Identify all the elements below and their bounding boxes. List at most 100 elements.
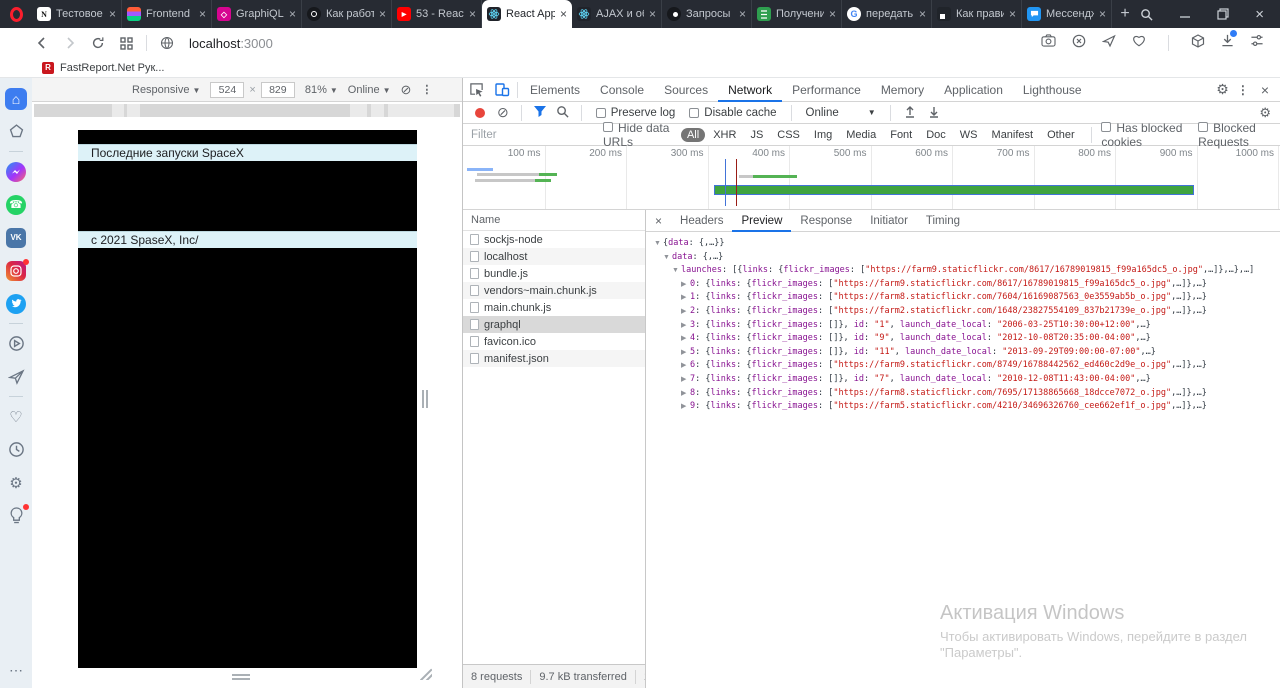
sidebar-whatsapp-icon[interactable]: ☎ [4, 193, 28, 217]
devtools-tab-application[interactable]: Application [934, 78, 1013, 102]
network-overview-timeline[interactable]: 100 ms 200 ms 300 ms 400 ms 500 ms 600 ms 700 … [463, 146, 1280, 210]
hide-data-urls-checkbox[interactable]: Hide data URLs [603, 121, 677, 149]
no-throttle-icon[interactable]: ⊘ [401, 82, 412, 98]
name-column-header[interactable]: Name [463, 210, 645, 231]
devtools-tab-sources[interactable]: Sources [654, 78, 718, 102]
collapsed-arrow-icon[interactable]: ▶ [681, 333, 690, 346]
browser-tab[interactable]: Запросы и× [662, 0, 752, 28]
resource-filter-other[interactable]: Other [1041, 128, 1081, 142]
tab-close-icon[interactable]: × [649, 7, 656, 21]
expanded-arrow-icon[interactable]: ▼ [663, 252, 672, 265]
browser-tab[interactable]: Frontend × [122, 0, 212, 28]
tab-close-icon[interactable]: × [109, 7, 116, 21]
collapsed-arrow-icon[interactable]: ▶ [681, 320, 690, 333]
search-icon[interactable] [1140, 8, 1153, 21]
json-tree-line[interactable]: ▶ 4: {links: {flickr_images: []}, id: "9"… [650, 332, 1280, 346]
network-settings-gear-icon[interactable]: ⚙ [1259, 105, 1280, 121]
restore-icon[interactable] [1217, 8, 1229, 20]
network-request-row[interactable]: favicon.ico [463, 333, 645, 350]
network-request-row[interactable]: bundle.js [463, 265, 645, 282]
close-detail-icon[interactable]: × [646, 214, 671, 228]
reload-icon[interactable] [84, 36, 112, 50]
address-bar[interactable]: localhost:3000 [189, 36, 273, 51]
snapshot-camera-icon[interactable] [1041, 34, 1056, 52]
has-blocked-cookies-checkbox[interactable]: Has blocked cookies [1101, 121, 1194, 149]
network-request-row[interactable]: vendors~main.chunk.js [463, 282, 645, 299]
bookmark-heart-icon[interactable] [1132, 34, 1146, 52]
media-query-bar[interactable] [34, 104, 460, 117]
tab-close-icon[interactable]: × [560, 7, 567, 21]
json-tree-line[interactable]: ▼ data: {,…} [650, 251, 1280, 265]
zoom-select[interactable]: 81% ▼ [305, 84, 338, 96]
viewport-width-input[interactable]: 524 [210, 81, 245, 98]
browser-tab[interactable]: Мессендж × [1022, 0, 1112, 28]
collapsed-arrow-icon[interactable]: ▶ [681, 401, 690, 414]
minimize-icon[interactable] [1179, 8, 1191, 20]
disable-cache-checkbox[interactable]: Disable cache [689, 107, 777, 119]
collapsed-arrow-icon[interactable]: ▶ [681, 279, 690, 292]
json-tree[interactable]: ▼ {data: {,…}} ▼ data: {,…} ▼ launches: [{lin… [646, 232, 1280, 414]
adblock-shield-icon[interactable] [1072, 34, 1086, 53]
new-tab-button[interactable]: + [1112, 0, 1138, 28]
device-toolbar-toggle-icon[interactable] [489, 82, 515, 97]
device-more-menu-icon[interactable]: ⋮ [421, 83, 432, 96]
detail-tab-response[interactable]: Response [791, 210, 861, 232]
network-throttling-select[interactable]: Online ▼ [800, 107, 882, 119]
browser-tab[interactable]: Как работ × [302, 0, 392, 28]
sidebar-heart-icon[interactable]: ♡ [4, 405, 28, 429]
detail-tab-headers[interactable]: Headers [671, 210, 732, 232]
collapsed-arrow-icon[interactable]: ▶ [681, 388, 690, 401]
sidebar-home-icon[interactable]: ⌂ [4, 87, 28, 111]
json-tree-line[interactable]: ▶ 8: {links: {flickr_images: ["https://fa… [650, 387, 1280, 401]
inspect-element-icon[interactable] [463, 82, 489, 97]
sidebar-twitter-icon[interactable] [4, 292, 28, 316]
sidebar-pinboard-icon[interactable] [4, 120, 28, 144]
close-icon[interactable]: × [1255, 6, 1264, 23]
viewport-resize-handle-bottom[interactable] [232, 674, 250, 680]
sidebar-settings-icon[interactable]: ⚙ [4, 471, 28, 495]
import-har-icon[interactable] [899, 105, 921, 121]
tab-close-icon[interactable]: × [1009, 7, 1016, 21]
network-request-row[interactable]: sockjs-node [463, 231, 645, 248]
devtools-tab-elements[interactable]: Elements [520, 78, 590, 102]
device-mode-select[interactable]: Responsive ▼ [132, 84, 200, 96]
viewport-resize-handle-corner[interactable] [420, 668, 432, 680]
resource-filter-media[interactable]: Media [840, 128, 882, 142]
json-tree-line[interactable]: ▶ 0: {links: {flickr_images: ["https://fa… [650, 278, 1280, 292]
blocked-requests-checkbox[interactable]: Blocked Requests [1198, 121, 1280, 149]
collapsed-arrow-icon[interactable]: ▶ [681, 306, 690, 319]
devtools-more-menu-icon[interactable]: ⋮ [1233, 83, 1253, 97]
json-tree-line[interactable]: ▶ 9: {links: {flickr_images: ["https://fa… [650, 400, 1280, 414]
tab-close-icon[interactable]: × [379, 7, 386, 21]
filter-input[interactable] [469, 127, 599, 142]
devtools-tab-performance[interactable]: Performance [782, 78, 871, 102]
browser-tab[interactable]: Gпередать × [842, 0, 932, 28]
browser-tab[interactable]: ▶ 53 - React × [392, 0, 482, 28]
browser-tab[interactable]: Как прави × [932, 0, 1022, 28]
back-icon[interactable] [28, 36, 56, 50]
tab-close-icon[interactable]: × [919, 7, 926, 21]
collapsed-arrow-icon[interactable]: ▶ [681, 347, 690, 360]
network-request-row[interactable]: manifest.json [463, 350, 645, 367]
share-icon[interactable] [1101, 34, 1116, 53]
devtools-tab-memory[interactable]: Memory [871, 78, 934, 102]
devtools-close-icon[interactable]: × [1257, 82, 1273, 98]
resource-filter-manifest[interactable]: Manifest [986, 128, 1040, 142]
collapsed-arrow-icon[interactable]: ▶ [681, 360, 690, 373]
page-viewport[interactable]: Последние запуски SpaceX с 2021 SpaseX, … [78, 130, 417, 668]
browser-tab[interactable]: React App × [482, 0, 572, 28]
opera-logo-icon[interactable] [0, 0, 32, 28]
network-request-row[interactable]: graphql [463, 316, 645, 333]
expanded-arrow-icon[interactable]: ▼ [654, 238, 663, 251]
search-network-icon[interactable] [552, 105, 573, 121]
sidebar-history-icon[interactable] [4, 438, 28, 462]
collapsed-arrow-icon[interactable]: ▶ [681, 374, 690, 387]
sidebar-vk-icon[interactable]: VK [4, 226, 28, 250]
detail-tab-preview[interactable]: Preview [732, 210, 791, 232]
browser-tab[interactable]: ◇ GraphiQL × [212, 0, 302, 28]
tab-close-icon[interactable]: × [469, 7, 476, 21]
resource-filter-css[interactable]: CSS [771, 128, 806, 142]
tab-close-icon[interactable]: × [739, 7, 746, 21]
detail-tab-timing[interactable]: Timing [917, 210, 969, 232]
preserve-log-checkbox[interactable]: Preserve log [595, 107, 675, 119]
